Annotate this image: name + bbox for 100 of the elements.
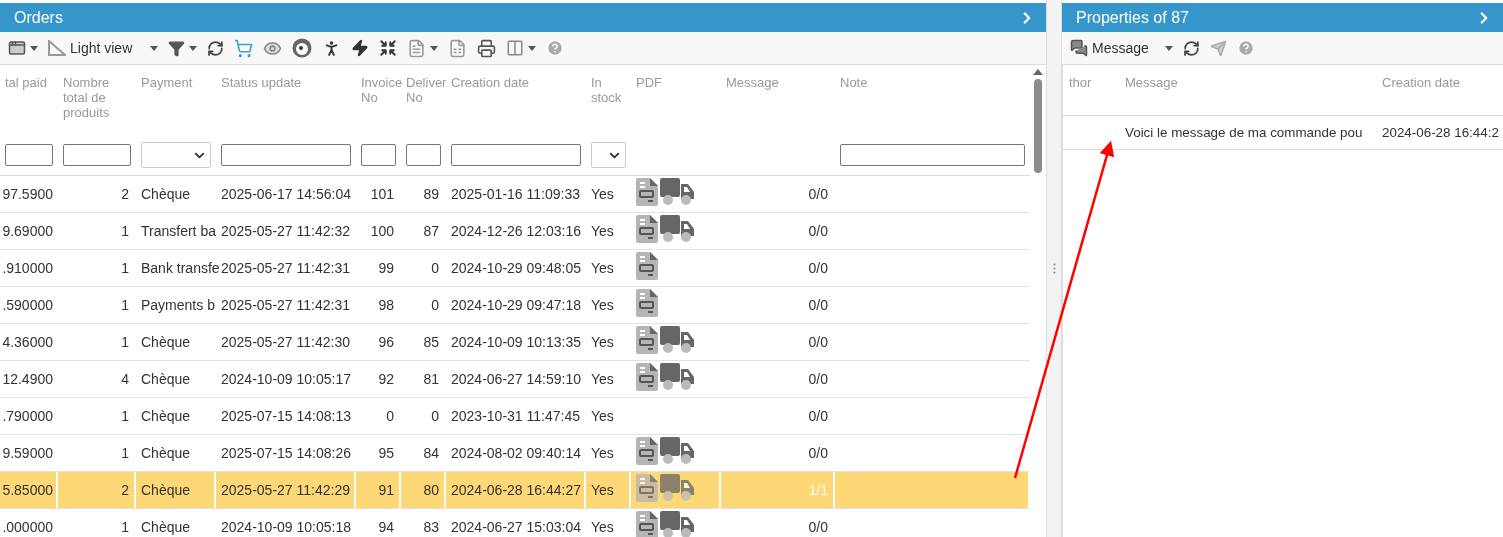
filter-field[interactable] <box>840 144 1025 166</box>
filter-dropdown[interactable] <box>168 39 198 57</box>
document-icon[interactable] <box>636 215 658 243</box>
document-icon[interactable] <box>636 178 658 206</box>
table-row[interactable]: 12.4900 4 Chèque 2024-10-09 10:05:17 92 81 2024-06-27 14:59:10 Yes 0/0 <box>0 361 1030 398</box>
table-cell-text: 2024-06-28 16:44:2 <box>1381 125 1500 140</box>
table-row[interactable]: 9.59000 1 Chèque 2025-07-15 14:08:26 95 84 2024-08-02 09:40:14 Yes 0/0 <box>0 435 1030 472</box>
table-cell: Chèque <box>141 334 191 350</box>
document-icon[interactable] <box>636 437 658 465</box>
table-row[interactable]: 5.85000 2 Chèque 2025-05-27 11:42:29 91 80 2024-06-28 16:44:27 Yes 1/1 <box>0 472 1030 509</box>
column-header[interactable]: Invoice No <box>356 65 401 105</box>
table-cell: 4 <box>121 371 129 387</box>
table-cell: 2024-10-09 10:05:18 <box>221 519 351 535</box>
column-header[interactable]: Creation date <box>1376 65 1503 90</box>
column-header[interactable]: Status update <box>216 65 356 90</box>
document-icon[interactable] <box>636 252 658 280</box>
document-icon[interactable] <box>636 474 658 502</box>
caret-icon <box>30 45 38 51</box>
pdf-dropdown[interactable] <box>407 38 439 58</box>
window-dropdown[interactable] <box>8 39 38 57</box>
column-header[interactable]: Payment <box>136 65 216 90</box>
filter-field[interactable] <box>5 144 53 166</box>
printer-icon[interactable] <box>477 38 497 58</box>
caret-icon <box>430 45 439 51</box>
table-cell: 2025-05-27 11:42:30 <box>221 334 350 350</box>
table-cell: 80 <box>423 482 439 498</box>
column-header[interactable]: Note <box>835 65 1030 90</box>
table-row[interactable]: .910000 1 Bank transfe2025-05-27 11:42:31 99 0 2024-10-29 09:48:05 Yes 0/0 <box>0 250 1030 287</box>
table-cell: .590000 <box>2 297 53 313</box>
column-header[interactable]: Message <box>721 65 835 90</box>
table-cell: 2 <box>121 186 129 202</box>
table-cell: 99 <box>378 260 394 276</box>
table-cell: 2024-10-29 09:48:05 <box>451 260 581 276</box>
truck-icon[interactable] <box>660 363 696 391</box>
document-icon[interactable] <box>636 511 658 537</box>
table-cell: 4.36000 <box>2 334 53 350</box>
table-cell: 9.59000 <box>2 445 53 461</box>
column-header[interactable]: PDF <box>631 65 721 90</box>
truck-icon[interactable] <box>660 437 696 465</box>
column-header[interactable]: tal paid <box>0 65 58 90</box>
table-cell: 2024-12-26 12:03:16 <box>451 223 581 239</box>
bolt-icon[interactable] <box>351 39 370 57</box>
document-icon[interactable] <box>636 289 658 317</box>
table-cell: 2024-10-29 09:47:18 <box>451 297 581 313</box>
refresh-icon[interactable] <box>1182 39 1200 57</box>
chat-bubbles-icon <box>1070 39 1088 57</box>
truck-icon[interactable] <box>660 511 696 537</box>
column-header[interactable]: Message <box>1119 65 1376 90</box>
table-cell: 2024-06-28 16:44:27 <box>451 482 581 498</box>
table-cell: Transfert ba <box>141 223 216 239</box>
document-icon[interactable] <box>636 326 658 354</box>
filter-field[interactable] <box>451 144 581 166</box>
filter-select[interactable] <box>591 142 626 168</box>
table-cell: 91 <box>378 482 394 498</box>
column-header[interactable]: In stock <box>586 65 631 105</box>
filter-field[interactable] <box>221 144 351 166</box>
table-cell: Yes <box>591 260 614 276</box>
table-row[interactable]: 4.36000 1 Chèque 2025-05-27 11:42:30 96 85 2024-10-09 10:13:35 Yes 0/0 <box>0 324 1030 361</box>
table-cell: Yes <box>591 519 614 535</box>
table-cell: 0/0 <box>808 260 828 276</box>
truck-icon[interactable] <box>660 178 696 206</box>
table-cell: 2025-07-15 14:08:13 <box>221 408 351 424</box>
table-cell: 12.4900 <box>2 371 53 387</box>
table-cell: 2025-05-27 11:42:29 <box>221 482 350 498</box>
document-icon[interactable] <box>636 363 658 391</box>
table-cell: Chèque <box>141 482 191 498</box>
table-cell: Yes <box>591 408 614 424</box>
column-header[interactable]: Creation date <box>446 65 586 90</box>
table-cell: 0/0 <box>808 334 828 350</box>
table-cell: 0/0 <box>808 371 828 387</box>
truck-icon[interactable] <box>660 326 696 354</box>
table-cell: 2024-06-27 14:59:10 <box>451 371 581 387</box>
table-row[interactable]: .590000 1 Payments b 2025-05-27 11:42:31 98 0 2024-10-29 09:47:18 Yes 0/0 <box>0 287 1030 324</box>
table-row[interactable]: 9.69000 1 Transfert ba 2025-05-27 11:42:32 100 87 2024-12-26 12:03:16 Yes 0/0 <box>0 213 1030 250</box>
filter-field[interactable] <box>63 144 131 166</box>
view-dropdown[interactable]: Light view <box>48 40 159 56</box>
table-cell: 85 <box>423 334 439 350</box>
table-cell: 2024-08-02 09:40:14 <box>451 445 581 461</box>
filter-field[interactable] <box>406 144 441 166</box>
column-header[interactable]: Nombre total de produits <box>58 65 136 120</box>
table-cell: 92 <box>378 371 394 387</box>
truck-icon[interactable] <box>660 474 696 502</box>
table-cell: 1 <box>121 334 129 350</box>
csv-file-icon[interactable] <box>448 38 468 58</box>
column-header[interactable]: Deliver No <box>401 65 446 105</box>
refresh-icon[interactable] <box>207 39 225 57</box>
table-cell: Chèque <box>141 519 191 535</box>
columns-dropdown[interactable] <box>506 39 537 57</box>
message-dropdown[interactable]: Message <box>1070 39 1173 57</box>
scrollbar-thumb[interactable] <box>1034 79 1042 173</box>
table-cell: 2025-05-27 11:42:31 <box>221 260 350 276</box>
compress-icon[interactable] <box>379 39 398 57</box>
caret-icon <box>1164 45 1173 51</box>
filter-field[interactable] <box>361 144 396 166</box>
truck-icon[interactable] <box>660 215 696 243</box>
table-row[interactable]: 97.5900 2 Chèque 2025-06-17 14:56:04 101 89 2025-01-16 11:09:33 Yes 0/0 <box>0 176 1030 213</box>
table-cell: 2025-06-17 14:56:04 <box>221 186 351 202</box>
column-header[interactable]: thor <box>1063 65 1119 90</box>
cart-icon[interactable] <box>234 38 254 58</box>
scroll-up-arrow-icon[interactable] <box>1033 69 1043 75</box>
